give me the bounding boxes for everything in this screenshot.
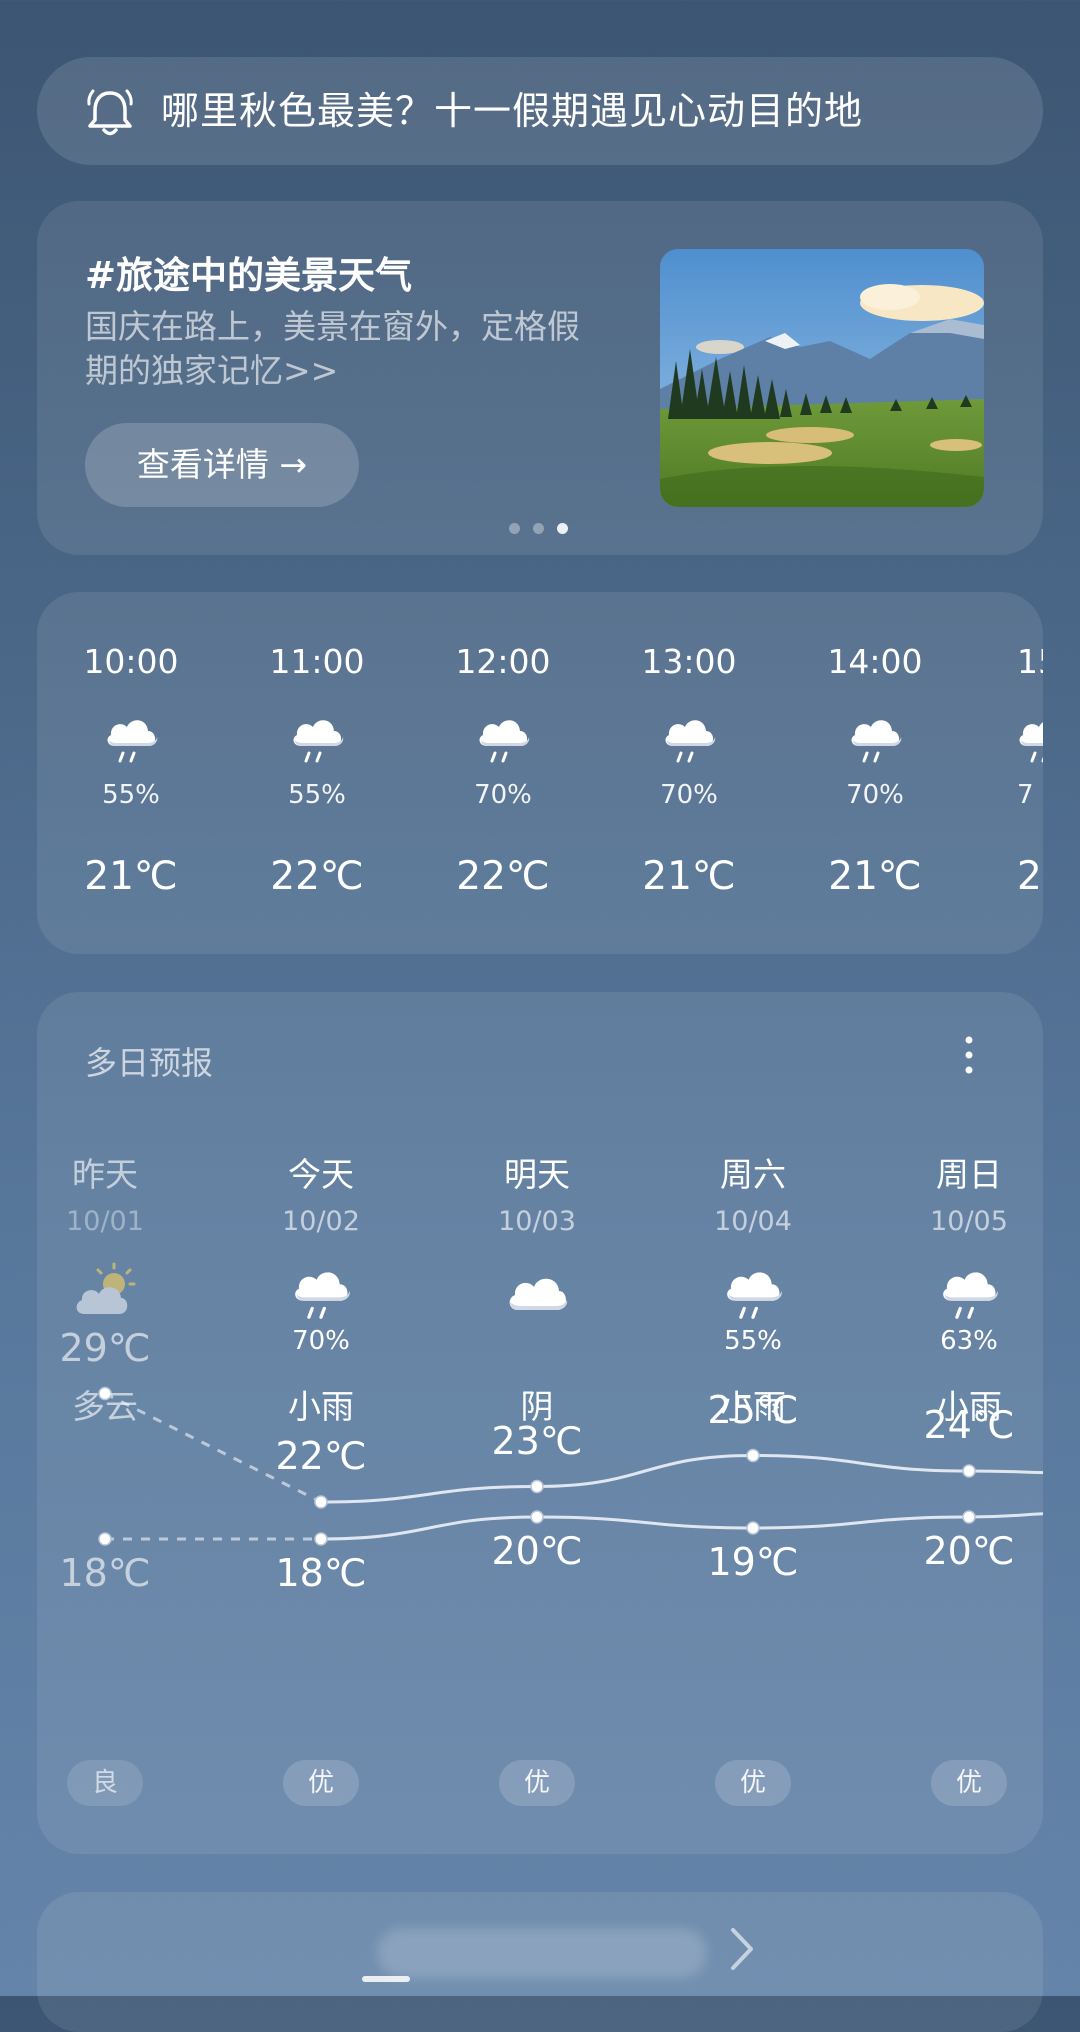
hour-temp: 21℃ (828, 854, 922, 899)
hour-precip: 55% (102, 780, 160, 810)
view-details-button[interactable]: 查看详情 → (85, 423, 359, 507)
chevron-right-icon (731, 1928, 753, 1970)
low-temp-label: 19℃ (707, 1540, 799, 1584)
day-date: 10/04 (714, 1206, 792, 1237)
high-temp-label: 29℃ (59, 1325, 151, 1370)
aqi-badge: 优 (931, 1760, 1007, 1806)
day-precip: 55% (724, 1326, 782, 1356)
hour-temp: 21℃ (642, 854, 736, 899)
hour-time: 10:00 (83, 642, 179, 681)
promo-banner[interactable]: 哪里秋色最美？十一假期遇见心动目的地 (37, 57, 1043, 165)
high-temp-point (530, 1479, 544, 1494)
blurred-content (377, 1928, 707, 1978)
carousel-dot-active (557, 523, 568, 534)
low-temp-label: 18℃ (275, 1551, 367, 1595)
rain-cloud-icon (288, 1260, 354, 1326)
rain-cloud-icon (659, 710, 719, 768)
day-name: 明天 (504, 1155, 570, 1194)
hour-precip: 70% (660, 780, 718, 810)
rain-cloud-icon (473, 710, 533, 768)
hourly-forecast[interactable]: 10:00 55% 21℃ 11:00 55% 22℃ 12:00 70% 22… (37, 592, 1043, 954)
day-name: 周日 (936, 1155, 1002, 1194)
rain-cloud-icon (1013, 710, 1043, 768)
aqi-badge: 优 (715, 1760, 791, 1806)
hour-temp: 22℃ (456, 854, 550, 899)
bell-icon (87, 89, 133, 136)
high-temp-label: 25℃ (707, 1387, 799, 1432)
high-temp-label: 22℃ (275, 1434, 367, 1478)
high-temp-point (962, 1464, 976, 1478)
hour-time: 11:00 (269, 642, 365, 681)
multi-day-forecast[interactable]: 多日预报 昨天 10/01 多云 今天 10/02 70% 小雨 明天 10/03 阴周六 10/0… (37, 992, 1043, 1854)
aqi-badge: 优 (499, 1760, 575, 1806)
day-name: 周六 (720, 1155, 786, 1194)
hour-temp: 21℃ (84, 854, 178, 899)
hour-precip: 70% (474, 780, 532, 810)
hour-time: 13:00 (641, 642, 737, 681)
high-temp-label: 23℃ (491, 1418, 583, 1463)
cloud-icon (504, 1260, 570, 1326)
low-temp-point (530, 1510, 544, 1524)
high-temp-label: 24℃ (923, 1403, 1015, 1447)
feature-card[interactable]: #旅途中的美景天气 国庆在路上，美景在窗外，定格假期的独家记忆>> 查看详情 → (37, 201, 1043, 555)
feature-title: #旅途中的美景天气 (85, 254, 413, 297)
banner-text: 哪里秋色最美？十一假期遇见心动目的地 (161, 89, 864, 133)
feature-description: 国庆在路上，美景在窗外，定格假期的独家记忆>> (85, 307, 580, 390)
day-date: 10/05 (930, 1206, 1008, 1237)
hour-precip: 70% (846, 780, 904, 810)
day-precip: 63% (940, 1326, 998, 1356)
rain-cloud-icon (287, 710, 347, 768)
hour-time: 14:00 (827, 642, 923, 681)
rain-cloud-icon (936, 1260, 1002, 1326)
day-date: 10/01 (66, 1206, 144, 1237)
low-temp-point (746, 1521, 760, 1535)
low-temp-label: 20℃ (491, 1529, 583, 1573)
day-date: 10/03 (498, 1206, 576, 1237)
rain-cloud-icon (720, 1260, 786, 1326)
scenery-photo[interactable] (660, 249, 984, 507)
hour-time: 15 (1017, 642, 1043, 681)
aqi-badge: 优 (283, 1760, 359, 1806)
high-temp-line (320, 1453, 1043, 1504)
day-condition: 多云 (72, 1387, 138, 1426)
home-indicator (362, 1976, 410, 1982)
hour-temp: 22℃ (270, 854, 364, 899)
hour-precip: 55% (288, 780, 346, 810)
low-temp-point (314, 1532, 328, 1546)
rain-cloud-icon (845, 710, 905, 768)
bottom-card[interactable] (37, 1892, 1043, 2032)
hour-time: 12:00 (455, 642, 551, 681)
day-precip: 70% (292, 1326, 350, 1356)
low-temp-point (98, 1532, 112, 1546)
carousel-dot (509, 523, 520, 534)
partly-cloudy-icon (72, 1260, 138, 1326)
carousel-dot (533, 523, 544, 534)
carousel-indicator (509, 519, 581, 538)
low-temp-label: 20℃ (923, 1529, 1015, 1573)
low-temp-point (962, 1510, 976, 1524)
day-date: 10/02 (282, 1206, 360, 1237)
hour-precip: 7 (1017, 780, 1034, 810)
aqi-badge: 良 (67, 1760, 143, 1806)
rain-cloud-icon (101, 710, 161, 768)
hour-temp: 2 (1017, 854, 1042, 899)
day-condition: 小雨 (288, 1387, 354, 1426)
high-temp-point (746, 1448, 760, 1463)
day-name: 今天 (288, 1155, 354, 1194)
low-temp-label: 18℃ (59, 1551, 151, 1595)
high-temp-point (314, 1495, 328, 1509)
day-name: 昨天 (72, 1155, 138, 1194)
